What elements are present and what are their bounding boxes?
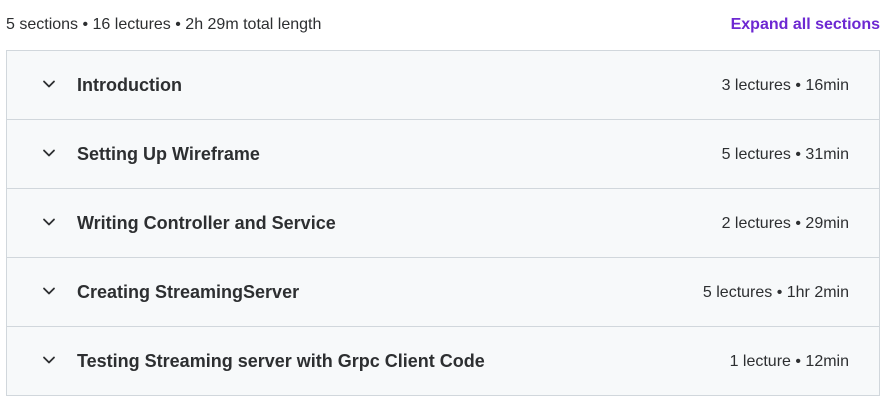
curriculum-summary: 5 sections • 16 lectures • 2h 29m total … (6, 16, 322, 33)
section-creating-streamingserver[interactable]: Creating StreamingServer 5 lectures • 1h… (7, 258, 879, 327)
section-meta: 5 lectures • 1hr 2min (702, 284, 849, 301)
section-meta: 1 lecture • 12min (729, 353, 849, 370)
expand-all-sections-button[interactable]: Expand all sections (731, 14, 880, 36)
chevron-down-icon (42, 215, 56, 229)
section-title: Writing Controller and Service (77, 213, 336, 233)
chevron-down-icon (42, 353, 56, 367)
section-meta: 5 lectures • 31min (721, 146, 849, 163)
section-introduction[interactable]: Introduction 3 lectures • 16min (7, 51, 879, 120)
section-title: Creating StreamingServer (77, 282, 300, 302)
section-title: Setting Up Wireframe (77, 144, 260, 164)
chevron-down-icon (42, 284, 56, 298)
section-setting-up-wireframe[interactable]: Setting Up Wireframe 5 lectures • 31min (7, 120, 879, 189)
chevron-down-icon (42, 146, 56, 160)
curriculum-header: 5 sections • 16 lectures • 2h 29m total … (0, 0, 886, 50)
chevron-down-icon (42, 77, 56, 91)
section-testing-streaming-server[interactable]: Testing Streaming server with Grpc Clien… (7, 327, 879, 395)
section-meta: 3 lectures • 16min (721, 77, 849, 94)
section-meta: 2 lectures • 29min (721, 215, 849, 232)
section-title: Introduction (77, 75, 182, 95)
section-title: Testing Streaming server with Grpc Clien… (77, 351, 485, 371)
section-list: Introduction 3 lectures • 16min Setting … (6, 50, 880, 396)
section-writing-controller-and-service[interactable]: Writing Controller and Service 2 lecture… (7, 189, 879, 258)
